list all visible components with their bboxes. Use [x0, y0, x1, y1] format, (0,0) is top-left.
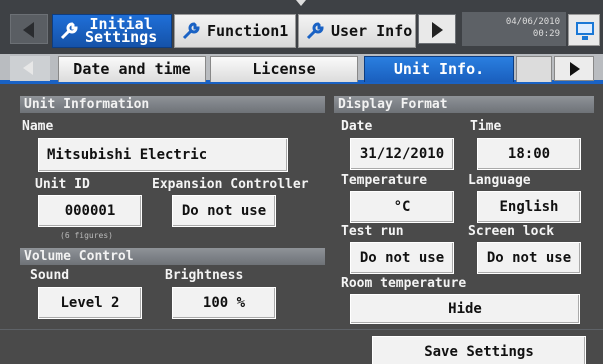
time-format-field[interactable]: 18:00 — [477, 138, 581, 170]
test-run-field[interactable]: Do not use — [350, 242, 454, 274]
sound-field[interactable]: Level 2 — [38, 287, 142, 319]
screen-button[interactable] — [568, 14, 600, 46]
tab-initial-settings-line2: Settings — [85, 28, 158, 46]
volume-control-header: Volume Control — [20, 248, 325, 265]
next-page-button[interactable] — [418, 14, 456, 44]
display-format-header: Display Format — [334, 96, 594, 113]
wrench-icon — [182, 22, 200, 40]
temperature-label: Temperature — [341, 173, 428, 188]
name-label: Name — [22, 119, 54, 134]
previous-page-button[interactable] — [10, 14, 48, 44]
tab-user-info-label: User Info — [331, 22, 413, 40]
subtab-bar: Date and time License Unit Info. — [0, 54, 603, 84]
current-date: 04/06/2010 — [505, 17, 560, 27]
temperature-field[interactable]: °C — [350, 191, 454, 223]
clock-display: 04/06/2010 00:29 — [462, 12, 566, 46]
screen-lock-field[interactable]: Do not use — [477, 242, 581, 274]
left-arrow-icon — [23, 61, 33, 75]
tab-initial-settings[interactable]: Initial Settings — [52, 14, 172, 48]
unit-information-header: Unit Information — [20, 96, 325, 113]
date-format-field[interactable]: 31/12/2010 — [350, 138, 454, 170]
expansion-controller-field[interactable]: Do not use — [172, 195, 276, 227]
top-navigation-bar: Initial Settings Function1 User Info 04/… — [0, 0, 603, 54]
unit-id-label: Unit ID — [35, 177, 90, 192]
tab-function1-label: Function1 — [207, 22, 289, 40]
tab-user-info[interactable]: User Info — [298, 14, 416, 48]
date-format-label: Date — [341, 119, 373, 134]
monitor-icon — [576, 22, 594, 35]
screen-lock-label: Screen lock — [468, 224, 555, 239]
save-settings-button[interactable]: Save Settings — [372, 336, 586, 364]
subtab-previous-button[interactable] — [10, 56, 50, 81]
sound-label: Sound — [30, 268, 70, 283]
wrench-icon — [306, 22, 324, 40]
drop-indicator-icon — [296, 0, 306, 6]
subtab-next-button[interactable] — [554, 56, 594, 81]
language-label: Language — [468, 173, 531, 188]
subtab-unit-info[interactable]: Unit Info. — [364, 56, 514, 82]
tab-function1[interactable]: Function1 — [174, 14, 296, 48]
footer-divider — [0, 329, 603, 330]
unit-id-hint: (6 figures) — [60, 231, 113, 240]
current-time: 00:29 — [532, 29, 560, 39]
subtab-date-and-time[interactable]: Date and time — [58, 56, 206, 82]
subtab-license[interactable]: License — [210, 56, 358, 82]
brightness-label: Brightness — [165, 268, 244, 283]
subtab-empty — [516, 56, 552, 82]
wrench-icon — [60, 22, 78, 40]
room-temperature-label: Room temperature — [341, 276, 467, 291]
time-format-label: Time — [470, 119, 502, 134]
right-arrow-icon — [432, 22, 443, 38]
brightness-field[interactable]: 100 % — [172, 287, 276, 319]
room-temperature-field[interactable]: Hide — [350, 294, 580, 324]
name-field[interactable]: Mitsubishi Electric — [38, 138, 288, 172]
expansion-controller-label: Expansion Controller — [152, 177, 309, 192]
right-arrow-icon — [570, 62, 580, 76]
language-field[interactable]: English — [477, 191, 581, 223]
left-arrow-icon — [23, 22, 34, 38]
unit-id-field[interactable]: 000001 — [38, 195, 142, 227]
test-run-label: Test run — [341, 224, 404, 239]
